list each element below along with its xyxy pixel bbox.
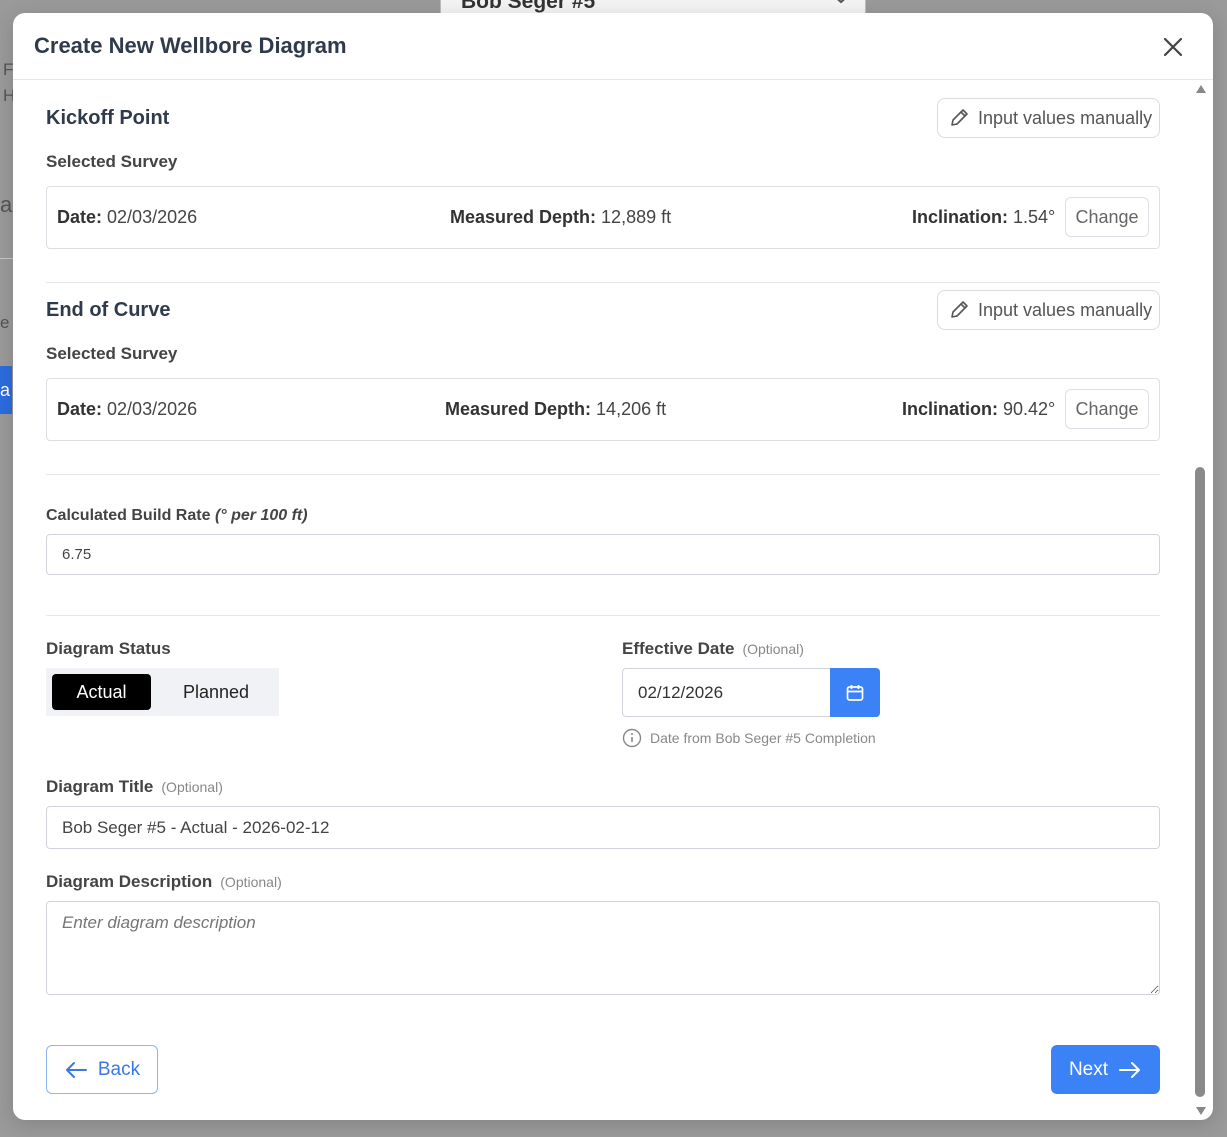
- diagram-title-input[interactable]: [46, 806, 1160, 849]
- kickoff-input-manually-button[interactable]: Input values manually: [937, 98, 1160, 138]
- eoc-survey-card: Date: 02/03/2026 Measured Depth: 14,206 …: [46, 378, 1160, 441]
- background-well-select-value: Bob Seger #5: [461, 0, 596, 13]
- divider: [46, 615, 1160, 616]
- modal-title: Create New Wellbore Diagram: [34, 33, 347, 58]
- diagram-description-label: Diagram Description (Optional): [46, 872, 282, 891]
- effective-date-input[interactable]: [622, 668, 831, 717]
- close-icon: [1163, 37, 1183, 57]
- eoc-section-title: End of Curve: [46, 299, 171, 321]
- build-rate-input[interactable]: [46, 534, 1160, 575]
- diagram-status-label: Diagram Status: [46, 639, 171, 658]
- create-wellbore-modal: Create New Wellbore Diagram Kickoff Poin…: [13, 13, 1213, 1120]
- status-actual-button[interactable]: Actual: [52, 674, 151, 710]
- background-button: a: [0, 366, 12, 414]
- eoc-inclination: Inclination: 90.42°: [902, 399, 1056, 419]
- background-text: e: [0, 313, 10, 332]
- back-button[interactable]: Back: [46, 1045, 158, 1094]
- arrow-right-icon: [1119, 1061, 1141, 1078]
- modal-scrollbar[interactable]: [1194, 85, 1208, 1115]
- scroll-up-arrow-icon[interactable]: [1196, 85, 1206, 93]
- modal-body: Kickoff Point Input values manually Sele…: [46, 80, 1160, 1120]
- effective-date-hint: Date from Bob Seger #5 Completion: [622, 728, 876, 748]
- pencil-icon: [951, 301, 968, 318]
- status-planned-button[interactable]: Planned: [156, 674, 276, 710]
- background-text: F: [3, 60, 14, 79]
- eoc-change-button[interactable]: Change: [1065, 389, 1149, 429]
- close-button[interactable]: [1161, 35, 1185, 59]
- kickoff-measured-depth: Measured Depth: 12,889 ft: [450, 207, 672, 227]
- chevron-down-icon: [831, 0, 851, 11]
- effective-date-label: Effective Date (Optional): [622, 639, 804, 658]
- calendar-icon: [846, 684, 864, 701]
- eoc-input-manually-button[interactable]: Input values manually: [937, 290, 1160, 330]
- divider: [46, 282, 1160, 283]
- manual-button-label: Input values manually: [978, 299, 1153, 320]
- build-rate-label: Calculated Build Rate (° per 100 ft): [46, 507, 308, 524]
- eoc-selected-survey-label: Selected Survey: [46, 344, 178, 363]
- info-icon: [622, 728, 642, 748]
- kickoff-inclination: Inclination: 1.54°: [912, 207, 1056, 227]
- manual-button-label: Input values manually: [978, 107, 1153, 128]
- kickoff-change-button[interactable]: Change: [1065, 197, 1149, 237]
- divider: [46, 474, 1160, 475]
- background-divider: [0, 258, 14, 259]
- kickoff-date: Date: 02/03/2026: [57, 207, 198, 227]
- calendar-button[interactable]: [830, 668, 880, 717]
- next-button-label: Next: [1068, 1058, 1109, 1080]
- kickoff-survey-card: Date: 02/03/2026 Measured Depth: 12,889 …: [46, 186, 1160, 249]
- arrow-left-icon: [65, 1061, 87, 1078]
- eoc-measured-depth: Measured Depth: 14,206 ft: [445, 399, 667, 419]
- modal-header: Create New Wellbore Diagram: [13, 13, 1213, 80]
- diagram-description-textarea[interactable]: [46, 901, 1160, 995]
- background-text: a: [0, 192, 13, 217]
- kickoff-section-title: Kickoff Point: [46, 107, 170, 129]
- next-button[interactable]: Next: [1051, 1045, 1160, 1094]
- kickoff-selected-survey-label: Selected Survey: [46, 152, 178, 171]
- scroll-down-arrow-icon[interactable]: [1196, 1107, 1206, 1115]
- pencil-icon: [951, 109, 968, 126]
- eoc-date: Date: 02/03/2026: [57, 399, 198, 419]
- diagram-title-label: Diagram Title (Optional): [46, 777, 223, 796]
- scroll-thumb[interactable]: [1195, 467, 1205, 1097]
- back-button-label: Back: [97, 1058, 141, 1080]
- diagram-status-toggle: Actual Planned: [46, 668, 279, 716]
